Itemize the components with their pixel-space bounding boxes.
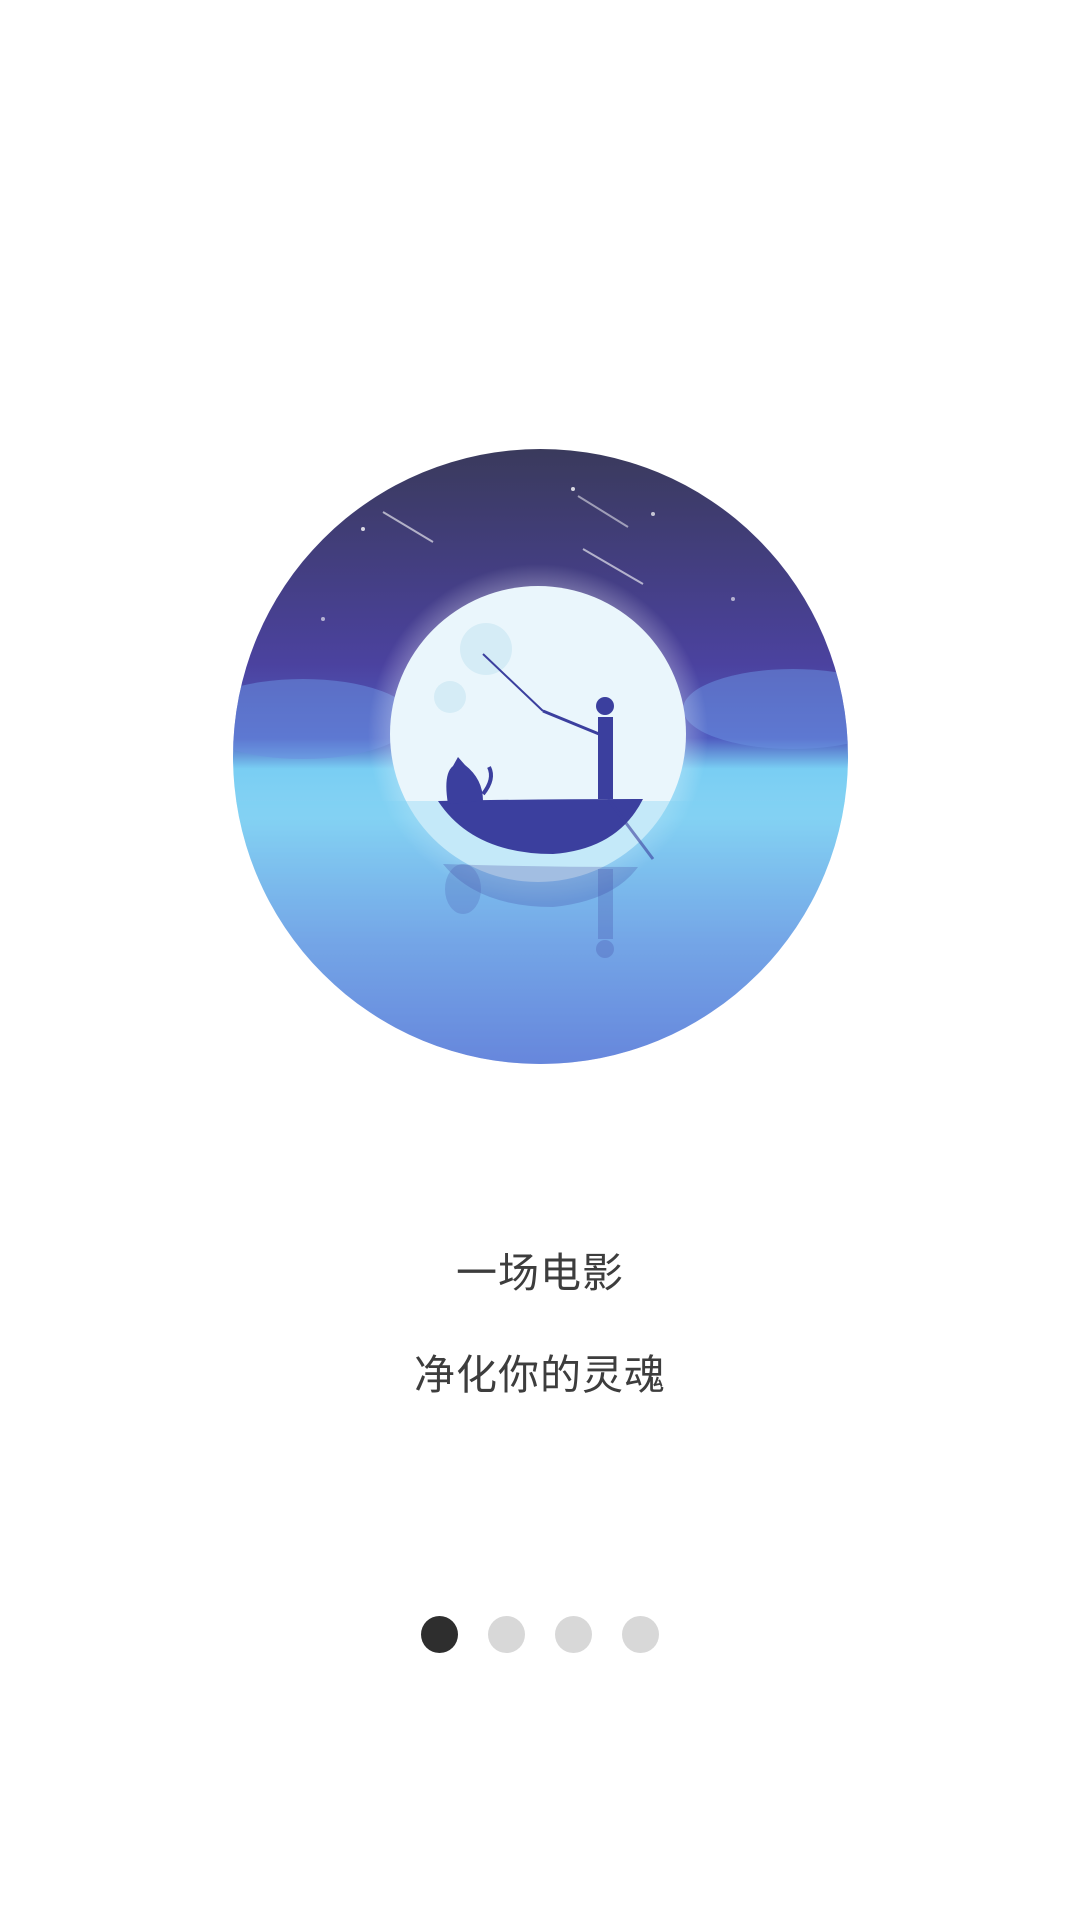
onboarding-subheadline: 净化你的灵魂 bbox=[414, 1351, 666, 1399]
page-dot-2[interactable] bbox=[488, 1616, 525, 1653]
moon-boat-illustration bbox=[233, 449, 848, 1064]
page-dot-3[interactable] bbox=[555, 1616, 592, 1653]
page-indicator bbox=[0, 1616, 1080, 1653]
onboarding-headline: 一场电影 bbox=[456, 1249, 624, 1297]
page-dot-4[interactable] bbox=[622, 1616, 659, 1653]
page-dot-1[interactable] bbox=[421, 1616, 458, 1653]
onboarding-screen: 一场电影 净化你的灵魂 bbox=[0, 0, 1080, 1920]
